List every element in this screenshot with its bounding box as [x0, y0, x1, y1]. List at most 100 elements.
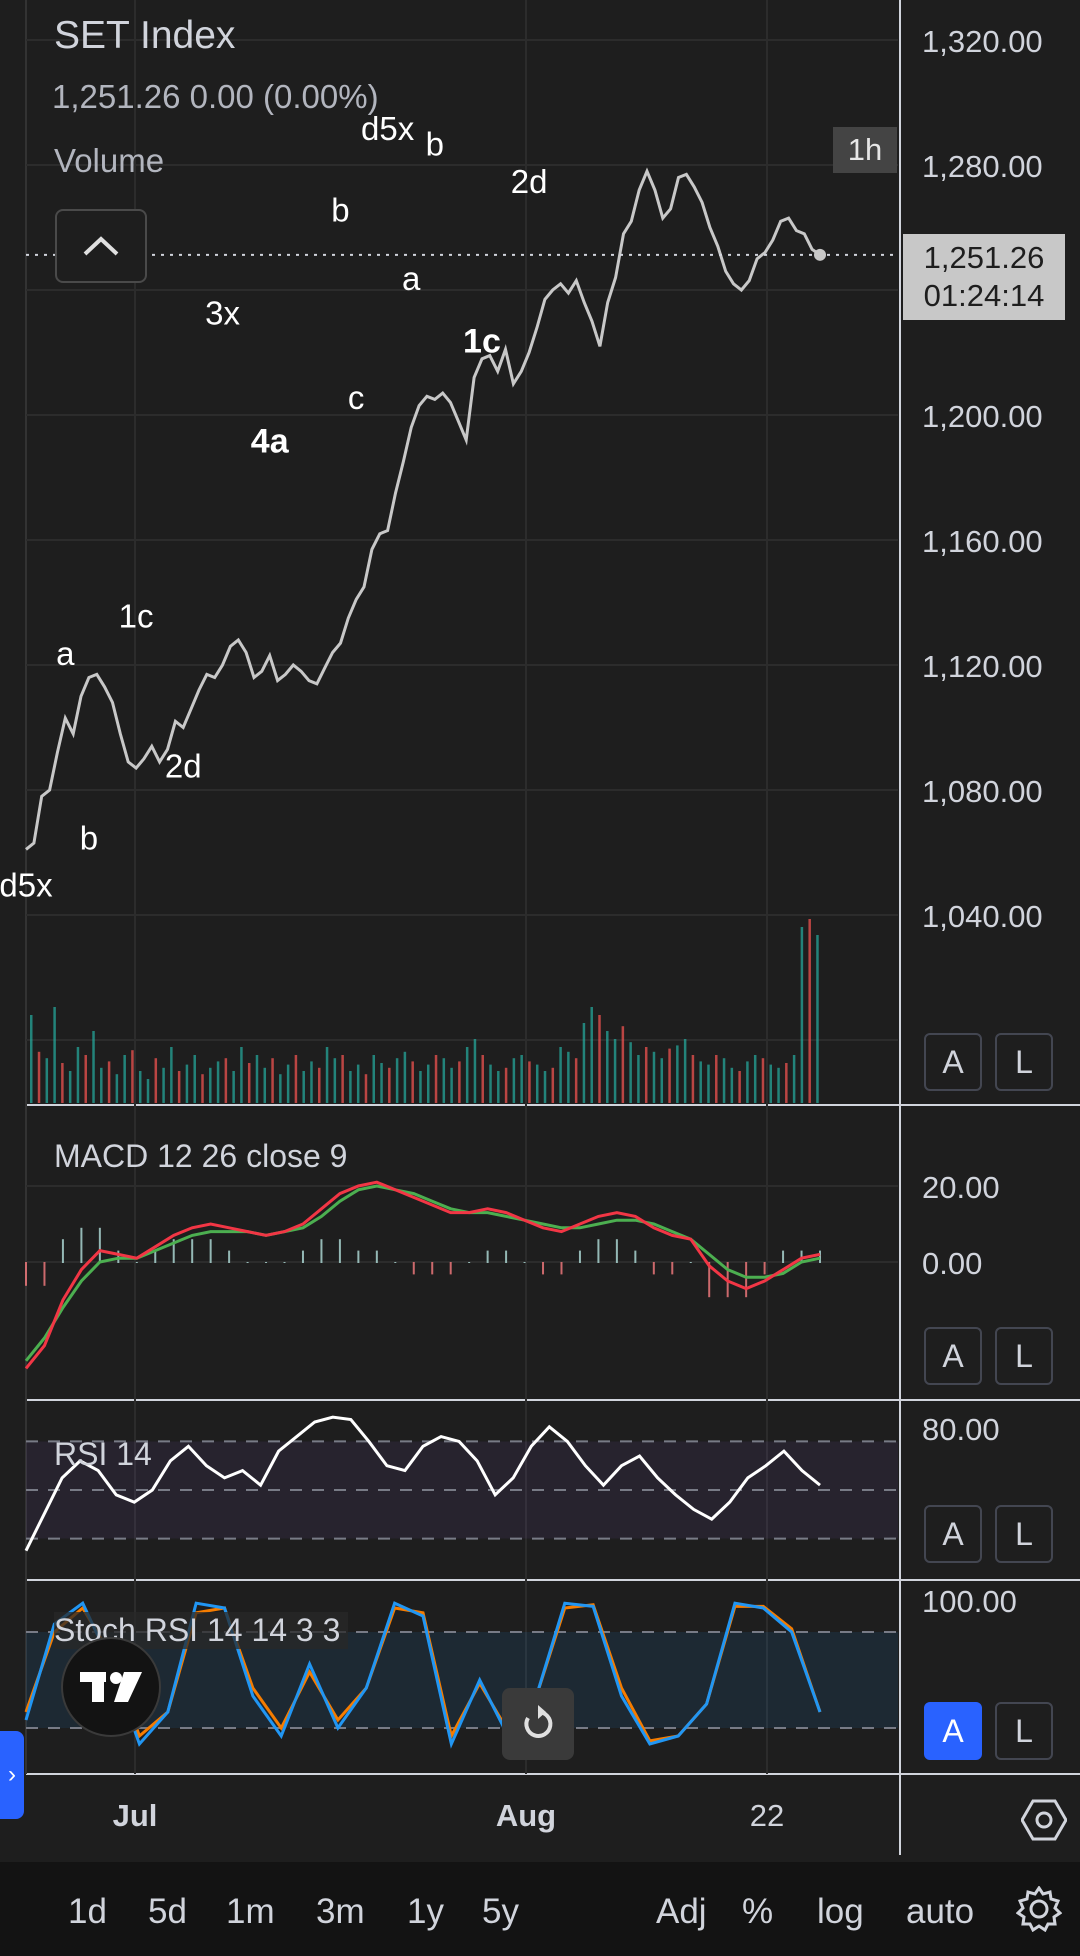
reset-icon — [524, 1705, 553, 1738]
volume-bar — [551, 1067, 555, 1103]
range-5d[interactable]: 5d — [148, 1892, 187, 1932]
volume-bar — [68, 1071, 72, 1103]
tradingview-logo[interactable] — [61, 1637, 161, 1737]
macd-histogram-bar — [542, 1262, 545, 1275]
price-tick-label: 1,280.00 — [922, 149, 1043, 184]
axis-settings-button[interactable] — [1016, 1792, 1072, 1848]
volume-bar — [388, 1067, 391, 1103]
stoch-log-scale-button[interactable]: L — [995, 1702, 1053, 1760]
volume-bar — [504, 1067, 508, 1103]
volume-bar — [232, 1071, 235, 1103]
volume-bar — [816, 935, 819, 1103]
volume-bar — [520, 1055, 523, 1103]
macd-histogram-bar — [61, 1239, 64, 1263]
percent-toggle[interactable]: % — [742, 1892, 773, 1932]
volume-bar — [146, 1079, 150, 1103]
volume-bar — [644, 1047, 648, 1103]
volume-bar — [310, 1061, 313, 1103]
volume-bar — [325, 1047, 329, 1103]
volume-bar — [271, 1058, 274, 1103]
volume-bar — [177, 1071, 181, 1103]
symbol-title[interactable]: SET Index — [54, 14, 235, 58]
macd-histogram-bar — [615, 1239, 618, 1263]
volume-bar — [224, 1058, 228, 1103]
price-tick-label: 1,080.00 — [922, 774, 1043, 809]
rsi-title[interactable]: RSI 14 — [54, 1436, 152, 1473]
macd-histogram-bar — [25, 1262, 27, 1286]
volume-label[interactable]: Volume — [54, 142, 164, 180]
volume-bar — [263, 1067, 267, 1103]
volume-bar — [528, 1061, 531, 1103]
range-1y[interactable]: 1y — [407, 1892, 444, 1932]
volume-bar — [240, 1047, 243, 1103]
volume-bar — [481, 1055, 484, 1103]
volume-bar — [800, 927, 804, 1103]
volume-bar — [356, 1064, 360, 1103]
volume-bar — [76, 1047, 80, 1103]
volume-bar — [364, 1074, 368, 1103]
volume-bar — [349, 1071, 352, 1103]
macd-title[interactable]: MACD 12 26 close 9 — [54, 1138, 347, 1175]
volume-bar — [185, 1064, 189, 1103]
volume-bar — [792, 1055, 796, 1103]
stoch-tick-label: 100.00 — [922, 1584, 1017, 1619]
volume-bar — [699, 1061, 702, 1103]
rsi-log-scale-button[interactable]: L — [995, 1505, 1053, 1563]
auto-toggle[interactable]: auto — [906, 1892, 974, 1932]
volume-bar — [84, 1055, 87, 1103]
wave-annotation: a — [402, 260, 421, 297]
volume-bar — [255, 1055, 259, 1103]
macd-histogram-bar — [43, 1262, 46, 1286]
volume-bar — [769, 1064, 773, 1103]
volume-bar — [777, 1067, 780, 1103]
gear-icon[interactable] — [1016, 1886, 1062, 1932]
stoch-auto-scale-button[interactable]: A — [924, 1702, 982, 1760]
volume-bar — [676, 1045, 679, 1103]
volume-bar — [247, 1063, 251, 1103]
volume-bar — [582, 1023, 586, 1103]
macd-histogram-bar — [412, 1262, 415, 1275]
price-quote: 1,251.26 0.00 (0.00%) — [52, 78, 379, 115]
range-1d[interactable]: 1d — [68, 1892, 107, 1932]
macd-histogram-bar — [671, 1262, 674, 1275]
wave-annotation: b — [80, 819, 98, 856]
volume-bar — [115, 1074, 119, 1103]
wave-annotation: a — [56, 635, 75, 672]
volume-bar — [567, 1051, 570, 1103]
range-3m[interactable]: 3m — [316, 1892, 365, 1932]
rsi-auto-scale-button[interactable]: A — [924, 1505, 982, 1563]
left-toolbar-toggle[interactable]: › — [0, 1731, 24, 1819]
volume-bar — [138, 1071, 142, 1103]
volume-bar — [318, 1067, 321, 1103]
volume-bar — [543, 1071, 547, 1103]
volume-bar — [753, 1055, 757, 1103]
log-toggle[interactable]: log — [817, 1892, 864, 1932]
volume-bar — [621, 1026, 625, 1103]
wave-annotation: 1c — [463, 323, 501, 361]
macd-histogram-bar — [505, 1250, 508, 1263]
volume-bar — [598, 1015, 601, 1103]
macd-log-scale-button[interactable]: L — [995, 1327, 1053, 1385]
macd-auto-scale-button[interactable]: A — [924, 1327, 982, 1385]
range-1m[interactable]: 1m — [226, 1892, 275, 1932]
range-5y[interactable]: 5y — [482, 1892, 519, 1932]
macd-histogram-bar — [468, 1262, 471, 1263]
macd-histogram-bar — [209, 1239, 212, 1263]
volume-bar — [30, 1015, 33, 1103]
rsi-band — [26, 1441, 898, 1539]
volume-bar — [131, 1050, 134, 1103]
volume-bar — [761, 1058, 765, 1103]
rsi-tick-label: 80.00 — [922, 1412, 1000, 1447]
auto-scale-button[interactable]: A — [924, 1033, 982, 1091]
adjust-toggle[interactable]: Adj — [656, 1892, 707, 1932]
macd-tick-label: 20.00 — [922, 1170, 1000, 1205]
volume-bar — [395, 1058, 399, 1103]
collapse-legend-button[interactable] — [55, 209, 147, 283]
volume-bar — [341, 1055, 344, 1103]
macd-histogram-bar — [135, 1262, 138, 1263]
macd-histogram-bar — [431, 1262, 434, 1275]
volume-bar — [380, 1063, 383, 1103]
volume-bar — [403, 1051, 407, 1103]
log-scale-button[interactable]: L — [995, 1033, 1053, 1091]
reset-chart-button[interactable] — [502, 1688, 574, 1760]
